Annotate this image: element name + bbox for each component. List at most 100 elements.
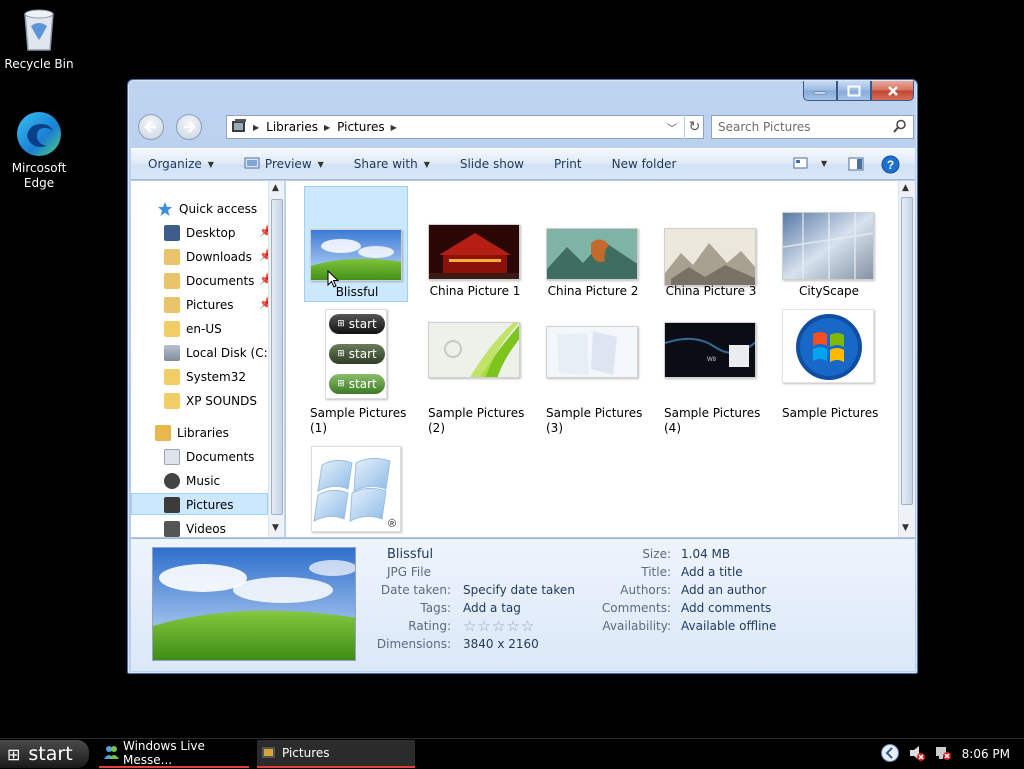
comments-value[interactable]: Add comments: [681, 601, 771, 615]
file-tile[interactable]: Sample Pictures (2): [422, 309, 526, 435]
search-placeholder: Search Pictures: [718, 120, 811, 134]
nav-local-disk[interactable]: Local Disk (C:): [164, 342, 272, 364]
nav-libraries[interactable]: Libraries: [155, 422, 229, 444]
drive-icon: [164, 345, 180, 361]
nav-lib-pictures[interactable]: Pictures: [164, 494, 234, 516]
nav-documents[interactable]: Documents: [164, 270, 254, 292]
print-button[interactable]: Print: [554, 157, 582, 171]
windows-flag-icon: ⊞: [337, 349, 345, 359]
nav-scrollbar[interactable]: ▲ ▼: [268, 181, 284, 537]
tags-value[interactable]: Add a tag: [463, 601, 521, 615]
view-icon: [793, 157, 808, 169]
availability-value: Available offline: [681, 619, 777, 633]
nav-label: Music: [186, 474, 221, 488]
address-dropdown-icon[interactable]: ﹀: [667, 120, 677, 135]
caret-down-icon: ▼: [317, 159, 324, 169]
svg-text:?: ?: [887, 158, 894, 172]
nav-label: Quick access: [179, 202, 258, 216]
share-with-menu[interactable]: Share with ▼: [354, 157, 430, 171]
help-icon: ?: [881, 155, 900, 174]
change-view-button[interactable]: ▼: [793, 156, 827, 170]
breadcrumb-separator-icon[interactable]: ▶: [253, 123, 259, 132]
preview-pane-button[interactable]: [848, 156, 864, 175]
file-thumbnail: [428, 322, 520, 378]
nav-lib-music[interactable]: Music: [164, 470, 220, 492]
nav-quick-access[interactable]: Quick access: [157, 198, 257, 220]
file-tile[interactable]: Blissful: [304, 186, 408, 302]
start-button[interactable]: ⊞ start: [0, 740, 89, 768]
preview-menu[interactable]: Preview ▼: [244, 156, 324, 173]
rating-stars[interactable]: ☆☆☆☆☆: [463, 617, 535, 635]
nav-system32[interactable]: System32: [164, 366, 246, 388]
scroll-up-icon[interactable]: ▲: [272, 183, 279, 193]
scroll-thumb[interactable]: [271, 199, 283, 515]
file-tile[interactable]: W8 Sample Pictures (4): [658, 309, 762, 435]
nav-label: Pictures: [186, 298, 234, 312]
nav-label: Libraries: [177, 426, 229, 440]
nav-lib-documents[interactable]: Documents: [164, 446, 254, 468]
minimize-button[interactable]: [803, 81, 837, 101]
search-input[interactable]: Search Pictures: [711, 115, 914, 139]
downloads-folder-icon: [164, 249, 180, 265]
preview-pane-icon: [848, 157, 864, 171]
file-tile[interactable]: Sample Pictures: [776, 309, 880, 425]
slide-show-button[interactable]: Slide show: [460, 157, 524, 171]
organize-label: Organize: [148, 157, 202, 171]
clock[interactable]: 8:06 PM: [962, 747, 1010, 761]
windows-flag-icon: ⊞: [337, 319, 345, 329]
scroll-up-icon[interactable]: ▲: [902, 183, 909, 193]
nav-label: System32: [186, 370, 247, 384]
authors-value[interactable]: Add an author: [681, 583, 766, 597]
nav-desktop[interactable]: Desktop: [164, 222, 236, 244]
file-tile[interactable]: China Picture 1: [422, 186, 526, 302]
file-thumbnail: [664, 228, 756, 286]
file-tile[interactable]: China Picture 3: [658, 186, 762, 302]
new-folder-button[interactable]: New folder: [612, 157, 677, 171]
nav-pictures[interactable]: Pictures: [164, 294, 234, 316]
help-button[interactable]: ?: [881, 155, 900, 177]
refresh-button[interactable]: ↻: [684, 115, 704, 139]
nav-label: Documents: [186, 450, 255, 464]
file-tile[interactable]: ⊞ start ⊞ start ⊞ start Sample Pictures (1): [304, 309, 408, 435]
organize-menu[interactable]: Organize ▼: [148, 157, 214, 171]
file-tile[interactable]: China Picture 2: [540, 186, 644, 302]
nav-lib-videos[interactable]: Videos: [164, 518, 226, 537]
breadcrumb-separator-icon[interactable]: ▶: [324, 123, 330, 132]
dimensions-value: 3840 x 2160: [463, 637, 539, 651]
maximize-button[interactable]: [837, 81, 871, 101]
scroll-down-icon[interactable]: ▼: [272, 523, 279, 533]
start-orb-label: start: [348, 377, 377, 391]
back-button[interactable]: [138, 114, 164, 140]
forward-button[interactable]: [176, 114, 202, 140]
nav-label: XP SOUNDS: [186, 394, 257, 408]
scroll-down-icon[interactable]: ▼: [902, 523, 909, 533]
forward-arrow-icon: [184, 121, 196, 133]
breadcrumb-separator-icon[interactable]: ▶: [391, 123, 397, 132]
scroll-thumb[interactable]: [901, 197, 913, 505]
date-taken-value[interactable]: Specify date taken: [463, 583, 575, 597]
breadcrumb-pictures[interactable]: Pictures: [337, 120, 385, 134]
nav-xp-sounds[interactable]: XP SOUNDS: [164, 390, 257, 412]
address-bar[interactable]: ▶ Libraries ▶ Pictures ▶ ﹀: [226, 115, 704, 139]
network-disconnected-icon[interactable]: [934, 744, 952, 765]
search-icon[interactable]: [893, 119, 907, 136]
content-scrollbar[interactable]: ▲ ▼: [898, 181, 915, 537]
file-tile[interactable]: CityScape: [776, 186, 880, 302]
file-thumbnail: [428, 224, 520, 280]
file-tile[interactable]: Sample Pictures (3): [540, 309, 644, 435]
breadcrumb-libraries[interactable]: Libraries: [266, 120, 318, 134]
close-button[interactable]: [871, 81, 914, 101]
recycle-bin-shortcut[interactable]: Recycle Bin: [1, 6, 77, 72]
svg-text:W8: W8: [707, 357, 717, 363]
edge-label: Mircosoft Edge: [11, 161, 67, 190]
edge-shortcut[interactable]: Mircosoft Edge: [1, 110, 77, 191]
title-value[interactable]: Add a title: [681, 565, 743, 579]
preview-icon: [244, 156, 260, 173]
nav-en-us[interactable]: en-US: [164, 318, 222, 340]
volume-muted-icon[interactable]: [908, 744, 926, 765]
nav-label: Pictures: [186, 498, 234, 512]
taskbar-item-pictures[interactable]: Pictures: [257, 740, 415, 768]
nav-downloads[interactable]: Downloads: [164, 246, 252, 268]
show-hidden-icons-icon[interactable]: [880, 743, 900, 766]
taskbar-item-messenger[interactable]: Windows Live Messe...: [99, 739, 249, 768]
